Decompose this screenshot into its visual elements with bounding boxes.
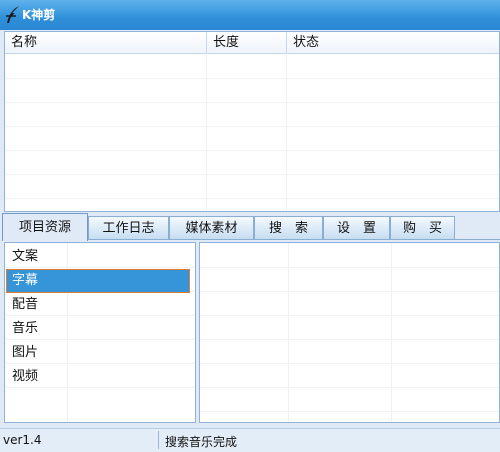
grid-line [5, 78, 499, 79]
tab-work-log[interactable]: 工作日志 [88, 216, 169, 240]
list-item-copywriting[interactable]: 文案 [7, 246, 189, 268]
list-item-voiceover[interactable]: 配音 [7, 294, 189, 316]
list-item-music[interactable]: 音乐 [7, 318, 189, 340]
grid-line [200, 339, 499, 340]
feather-logo-icon [6, 6, 19, 23]
list-item-subtitles[interactable]: 字幕 [6, 269, 190, 293]
project-list[interactable]: 名称 长度 状态 [4, 31, 500, 212]
tab-bar-fill [455, 216, 500, 240]
version-label: ver1.4 [3, 433, 42, 447]
resource-category-list[interactable]: 文案 字幕 配音 音乐 图片 视频 [4, 242, 196, 423]
grid-line [200, 363, 499, 364]
tab-media-assets[interactable]: 媒体素材 [169, 216, 254, 240]
grid-line [200, 315, 499, 316]
grid-line [200, 267, 499, 268]
grid-line [5, 174, 499, 175]
tab-purchase[interactable]: 购 买 [390, 216, 455, 240]
window-title: K神剪 [22, 8, 56, 22]
tab-bar: 项目资源 工作日志 媒体素材 搜 索 设 置 购 买 [0, 213, 500, 241]
grid-line [5, 102, 499, 103]
grid-line [200, 387, 499, 388]
list-item-videos[interactable]: 视频 [7, 366, 189, 388]
status-message: 搜索音乐完成 [165, 435, 238, 449]
grid-line [5, 150, 499, 151]
title-bar[interactable]: K神剪 [0, 0, 500, 30]
column-header-length[interactable]: 长度 [207, 32, 287, 54]
tab-settings[interactable]: 设 置 [323, 216, 390, 240]
grid-line [200, 411, 499, 412]
resource-detail-list[interactable] [199, 242, 500, 423]
grid-line [288, 243, 289, 422]
list-item-images[interactable]: 图片 [7, 342, 189, 364]
tab-search[interactable]: 搜 索 [254, 216, 323, 240]
column-header-name[interactable]: 名称 [5, 32, 207, 54]
project-list-header: 名称 长度 状态 [5, 32, 499, 54]
tab-project-resources[interactable]: 项目资源 [2, 213, 88, 241]
grid-line [200, 291, 499, 292]
grid-line [391, 243, 392, 422]
column-header-status[interactable]: 状态 [287, 32, 499, 54]
status-divider [158, 431, 159, 449]
grid-line [5, 198, 499, 199]
status-bar: ver1.4 搜索音乐完成 [0, 428, 500, 452]
grid-line [5, 126, 499, 127]
